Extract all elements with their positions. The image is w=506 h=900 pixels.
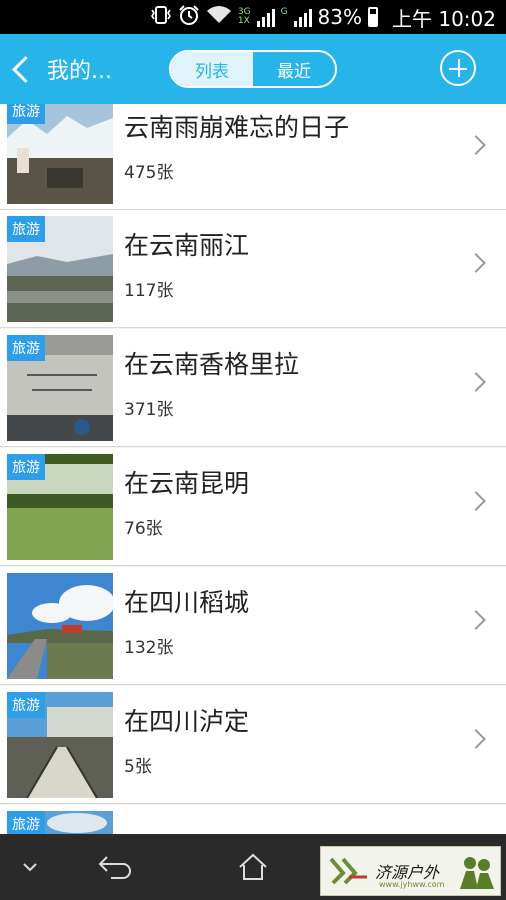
chevron-right-icon [466,610,486,630]
album-row[interactable]: 旅游 云南雨崩难忘的日子 475张 [0,104,506,210]
album-row[interactable]: 旅游 在云南昆明 76张 [0,448,506,566]
plus-circle-icon[interactable] [440,50,476,86]
network-type-label: 3G 1X [237,7,251,26]
album-title: 在云南丽江 [124,231,250,260]
battery-icon [368,7,378,27]
status-bar: 3G 1X G 83% 上午 10:02 [0,0,506,34]
photo-count: 117张 [124,281,174,301]
category-tag: 旅游 [7,216,45,242]
album-title: 在云南昆明 [124,469,250,498]
chevron-right-icon [466,253,486,273]
back-button[interactable]: 我的... [10,52,112,86]
album-row[interactable]: 旅游 在四川泸定 5张 [0,686,506,804]
category-tag: 旅游 [7,692,45,718]
album-row[interactable]: 旅游 在云南香格里拉 371张 [0,329,506,447]
view-toggle: 列表 最近 [169,50,337,88]
album-title: 在云南香格里拉 [124,350,300,379]
album-thumbnail: 旅游 [7,692,113,798]
vibrate-icon [150,5,172,30]
album-title: 云南雨崩难忘的日子 [124,113,350,142]
category-tag: 旅游 [7,811,45,834]
network-g-label: G [280,7,288,17]
album-row[interactable]: 在四川稻城 132张 [0,567,506,685]
photo-count: 76张 [124,519,163,539]
clock: 上午 10:02 [392,6,496,31]
wifi-icon [206,5,232,30]
chevron-right-icon [466,729,486,749]
signal-icon [256,7,275,27]
alarm-icon [178,4,200,31]
chevron-left-icon [12,55,39,83]
album-thumbnail: 旅游 [7,335,113,441]
tab-list[interactable]: 列表 [171,52,253,86]
photo-count: 5张 [124,757,152,777]
category-tag: 旅游 [7,335,45,361]
chevron-right-icon [466,491,486,511]
signal-icon [293,7,312,27]
battery-percent: 83% [317,5,362,29]
album-thumbnail: 旅游 [7,104,113,204]
watermark-url: www.jyhww.com [379,880,445,889]
album-thumbnail: 旅游 [7,216,113,322]
album-thumbnail: 旅游 [7,454,113,560]
album-title: 在四川泸定 [124,707,250,736]
album-list: 旅游 云南雨崩难忘的日子 475张 旅游 在云南丽江 117张 旅游 在云南香格… [0,104,506,834]
back-arrow-icon[interactable] [90,834,140,900]
album-row[interactable]: 旅游 [0,805,506,834]
album-title: 在四川稻城 [124,588,250,617]
tab-recent[interactable]: 最近 [253,52,335,86]
watermark-logo: 济源户外 www.jyhww.com [320,846,501,896]
category-tag: 旅游 [7,454,45,480]
category-tag: 旅游 [7,104,45,124]
chevron-down-icon[interactable] [10,834,50,900]
album-thumbnail [7,573,113,679]
photo-count: 132张 [124,638,174,658]
back-label: 我的... [47,59,112,84]
chevron-right-icon [466,372,486,392]
photo-count: 475张 [124,163,174,183]
photo-count: 371张 [124,400,174,420]
chevron-right-icon [466,135,486,155]
app-header: 我的... 列表 最近 [0,34,506,104]
album-thumbnail: 旅游 [7,811,113,834]
album-row[interactable]: 旅游 在云南丽江 117张 [0,210,506,328]
home-icon[interactable] [228,834,278,900]
